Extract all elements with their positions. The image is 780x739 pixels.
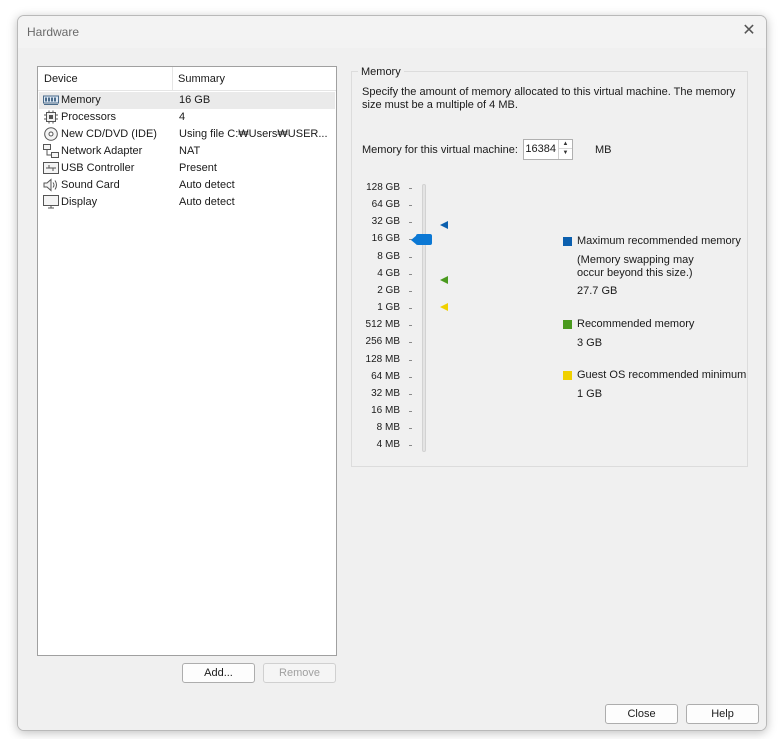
dialog-content: Device Summary Memory 16 GB Processors 4… (18, 48, 766, 696)
column-header-summary[interactable]: Summary (178, 73, 225, 85)
device-name: Sound Card (61, 179, 120, 191)
spin-buttons: ▲ ▼ (558, 140, 572, 159)
scale-tick-mark (409, 428, 412, 430)
scale-tick-label: 2 GB (377, 284, 400, 296)
scale-tick-label: 128 MB (365, 353, 400, 365)
title-bar: Hardware ✕ (18, 16, 766, 48)
scale-tick-label: 16 GB (371, 233, 400, 245)
recommended-swatch (563, 320, 572, 329)
scale-tick-label: 1 GB (377, 302, 400, 314)
scale-tick-label: 8 MB (376, 422, 400, 434)
memory-description: Specify the amount of memory allocated t… (362, 86, 736, 111)
device-row-cd-dvd[interactable]: New CD/DVD (IDE) Using file C:₩Users₩USE… (39, 126, 335, 143)
close-icon[interactable]: ✕ (740, 22, 758, 40)
max-recommended-label: Maximum recommended memory (577, 235, 741, 247)
device-row-network-adapter[interactable]: Network Adapter NAT (39, 143, 335, 160)
max-recommended-value: 27.7 GB (577, 285, 618, 297)
scale-tick-label: 8 GB (377, 250, 400, 262)
scale-tick-mark (409, 410, 412, 412)
device-summary: Auto detect (179, 179, 235, 191)
scale-tick-label: 4 GB (377, 267, 400, 279)
network-adapter-icon (43, 144, 59, 158)
device-summary: 16 GB (179, 94, 211, 106)
scale-tick-mark (409, 222, 412, 224)
memory-group-title: Memory (358, 66, 404, 78)
device-summary: NAT (179, 145, 201, 157)
window-title: Hardware (27, 25, 80, 39)
scale-tick-mark (409, 205, 412, 207)
memory-unit: MB (595, 144, 612, 156)
cd-dvd-icon (44, 127, 58, 141)
column-header-device[interactable]: Device (44, 73, 78, 85)
scale-tick-mark (409, 273, 412, 275)
guest-min-value: 1 GB (577, 388, 603, 400)
recommended-value: 3 GB (577, 337, 603, 349)
memory-input[interactable]: 16384 (525, 143, 556, 155)
spin-up-icon[interactable]: ▲ (559, 140, 572, 149)
scale-tick-mark (409, 376, 412, 378)
column-divider[interactable] (172, 67, 173, 91)
max-recommended-swatch (563, 237, 572, 246)
scale-tick-label: 16 MB (371, 404, 400, 416)
max-recommended-note: (Memory swapping may occur beyond this s… (577, 254, 694, 279)
speaker-icon (43, 178, 57, 192)
device-name: Memory (61, 94, 101, 106)
dialog-footer: Close Help (18, 696, 766, 730)
scale-tick-mark (409, 359, 412, 361)
device-name: New CD/DVD (IDE) (61, 128, 157, 140)
guest-min-label: Guest OS recommended minimum (577, 369, 747, 381)
scale-tick-mark (409, 445, 412, 447)
device-summary: Auto detect (179, 196, 235, 208)
processor-icon (44, 110, 58, 124)
device-row-display[interactable]: Display Auto detect (39, 194, 335, 211)
device-summary: Using file C:₩Users₩USER... (179, 128, 328, 140)
device-name: Processors (61, 111, 117, 123)
device-row-usb-controller[interactable]: USB Controller Present (39, 160, 335, 177)
scale-tick-mark (409, 342, 412, 344)
device-row-processors[interactable]: Processors 4 (39, 109, 335, 126)
scale-tick-label: 32 GB (371, 216, 400, 228)
scale-tick-mark (409, 393, 412, 395)
device-summary: Present (179, 162, 217, 174)
scale-tick-label: 128 GB (366, 182, 400, 193)
device-name: Display (61, 196, 98, 208)
scale-tick-label: 256 MB (365, 336, 400, 348)
memory-spinbox[interactable]: 16384 ▲ ▼ (523, 139, 573, 160)
close-button[interactable]: Close (605, 704, 678, 724)
device-name: USB Controller (61, 162, 135, 174)
scale-tick-mark (409, 290, 412, 292)
device-row-memory[interactable]: Memory 16 GB (39, 92, 335, 109)
recommended-marker (440, 276, 448, 284)
spin-down-icon[interactable]: ▼ (559, 149, 572, 158)
memory-slider-thumb[interactable] (416, 234, 432, 245)
help-button[interactable]: Help (686, 704, 759, 724)
scale-tick-mark (409, 188, 412, 189)
guest-min-marker (440, 303, 448, 311)
memory-slider-track[interactable] (422, 184, 426, 452)
add-button[interactable]: Add... (182, 663, 255, 683)
scale-tick-label: 64 GB (371, 199, 400, 211)
remove-button[interactable]: Remove (263, 663, 336, 683)
device-summary: 4 (179, 111, 186, 123)
recommended-label: Recommended memory (577, 318, 695, 330)
scale-tick-label: 64 MB (371, 370, 400, 382)
device-name: Network Adapter (61, 145, 143, 157)
hardware-dialog: Hardware ✕ Device Summary Memory 16 GB P… (17, 15, 767, 731)
device-list[interactable]: Device Summary Memory 16 GB Processors 4… (37, 66, 337, 656)
max-recommended-marker (440, 221, 448, 229)
scale-tick-label: 512 MB (365, 319, 400, 331)
guest-min-swatch (563, 371, 572, 380)
scale-tick-mark (409, 325, 412, 327)
scale-tick-mark (409, 308, 412, 310)
scale-tick-mark (409, 256, 412, 258)
scale-tick-label: 32 MB (371, 387, 400, 399)
device-row-sound-card[interactable]: Sound Card Auto detect (39, 177, 335, 194)
memory-field-label: Memory for this virtual machine: (362, 144, 518, 156)
memory-icon (43, 95, 59, 105)
usb-icon (43, 162, 59, 174)
device-list-header: Device Summary (38, 67, 336, 91)
scale-tick-label: 4 MB (376, 439, 400, 451)
monitor-icon (43, 195, 59, 209)
